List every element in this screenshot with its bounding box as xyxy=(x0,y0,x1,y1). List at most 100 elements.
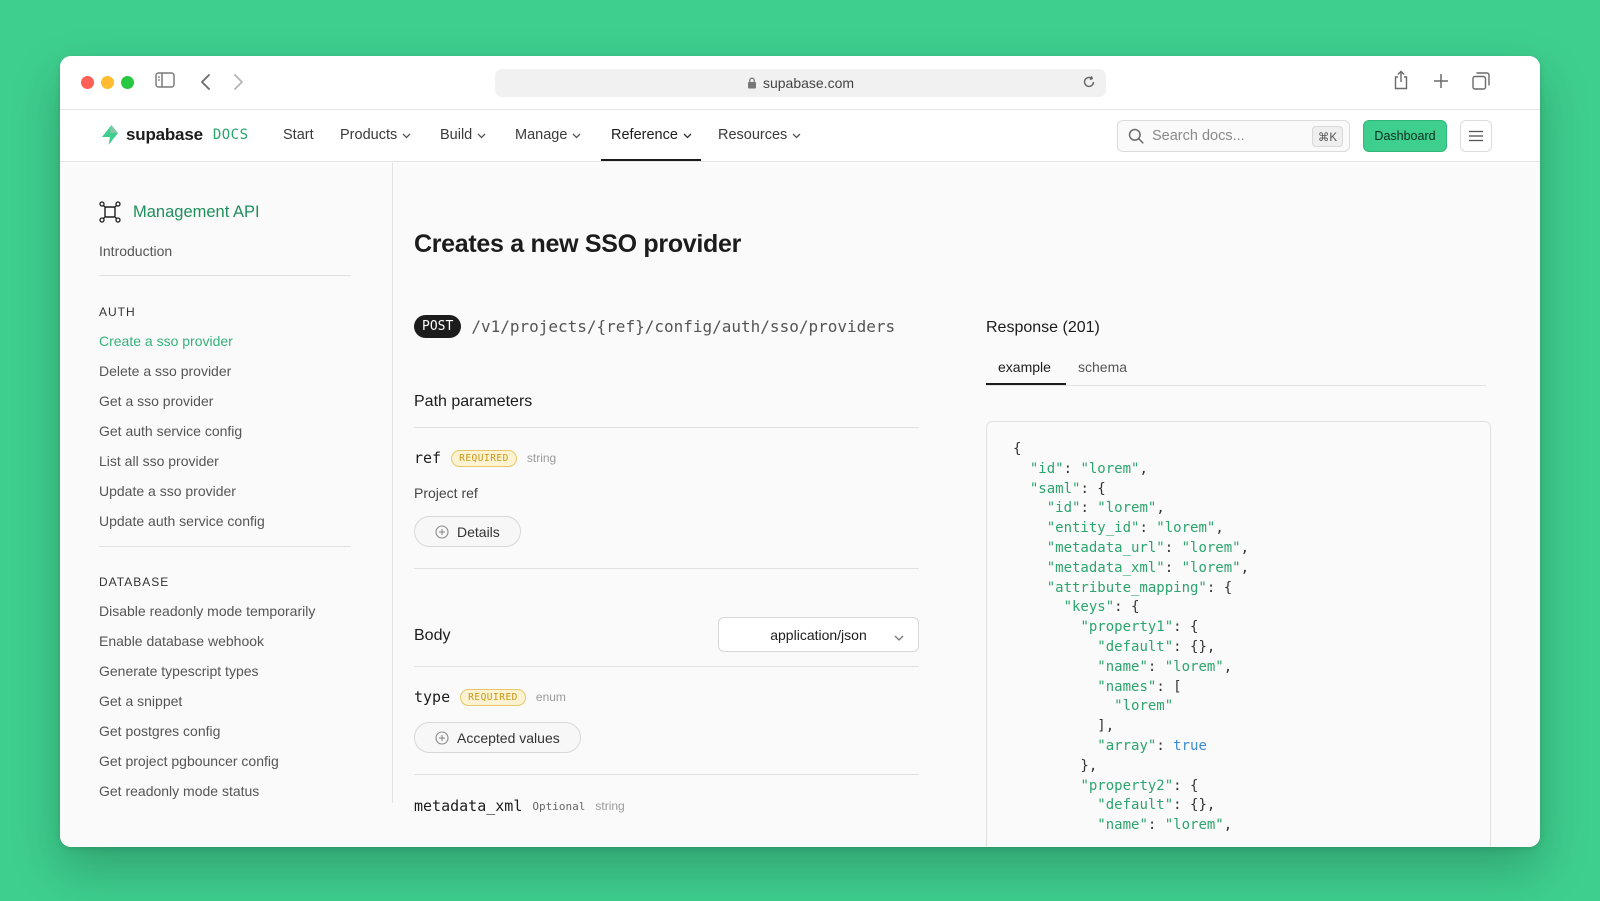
content-type-select[interactable]: application/json xyxy=(718,617,919,652)
forward-icon[interactable] xyxy=(232,73,244,91)
body-title: Body xyxy=(414,627,451,644)
sidebar-item-generate-types[interactable]: Generate typescript types xyxy=(99,663,259,679)
sidebar-item-get-auth-config[interactable]: Get auth service config xyxy=(99,423,242,439)
nav-products[interactable]: Products xyxy=(340,127,411,143)
chevron-down-icon xyxy=(894,629,904,645)
accepted-values-button[interactable]: Accepted values xyxy=(414,722,581,753)
required-badge: REQUIRED xyxy=(460,688,526,706)
nav-build-label: Build xyxy=(440,127,473,143)
sidebar-item-get-snippet[interactable]: Get a snippet xyxy=(99,693,182,709)
path-params-title: Path parameters xyxy=(414,393,533,410)
code-line: "name": "lorem", xyxy=(1097,817,1233,834)
param-name: type xyxy=(414,688,451,706)
param-type: type REQUIRED enum xyxy=(414,688,566,706)
code-line: "saml": { xyxy=(1029,480,1106,497)
close-window-button[interactable] xyxy=(81,76,94,89)
new-tab-icon[interactable] xyxy=(1433,73,1449,89)
chevron-down-icon xyxy=(792,127,801,143)
tab-overview-icon[interactable] xyxy=(1472,72,1490,90)
sidebar-item-enable-webhook[interactable]: Enable database webhook xyxy=(99,633,264,649)
sidebar-header[interactable]: Management API xyxy=(99,201,260,223)
divider xyxy=(414,427,919,428)
zoom-window-button[interactable] xyxy=(121,76,134,89)
sidebar-item-disable-readonly[interactable]: Disable readonly mode temporarily xyxy=(99,603,315,619)
main-content: Creates a new SSO provider POST /v1/proj… xyxy=(393,163,1540,847)
sidebar-title: Management API xyxy=(133,202,260,221)
sidebar-item-introduction[interactable]: Introduction xyxy=(99,243,172,259)
code-line: "names": [ xyxy=(1097,678,1182,695)
sidebar-toggle-icon[interactable] xyxy=(155,72,175,88)
page-title: Creates a new SSO provider xyxy=(414,230,742,258)
sidebar-item-get-pgbouncer-config[interactable]: Get project pgbouncer config xyxy=(99,753,279,769)
chevron-down-icon xyxy=(477,127,486,143)
nav-reference[interactable]: Reference xyxy=(611,127,692,143)
sidebar-item-update-auth-config[interactable]: Update auth service config xyxy=(99,513,265,529)
plus-circle-icon xyxy=(435,524,449,539)
response-tabs: example schema xyxy=(986,351,1486,386)
accepted-values-label: Accepted values xyxy=(457,729,560,746)
search-input[interactable]: Search docs... ⌘K xyxy=(1117,120,1350,152)
nav-manage[interactable]: Manage xyxy=(515,127,581,143)
details-button[interactable]: Details xyxy=(414,516,521,547)
nav-start[interactable]: Start xyxy=(283,127,314,143)
code-line: "id": "lorem", xyxy=(1029,460,1148,477)
sidebar-item-update-sso-provider[interactable]: Update a sso provider xyxy=(99,483,236,499)
divider xyxy=(414,568,919,569)
code-line: "entity_id": "lorem", xyxy=(1046,520,1224,537)
address-bar[interactable]: supabase.com xyxy=(495,69,1106,97)
optional-label: Optional xyxy=(532,799,586,813)
sidebar-divider xyxy=(99,546,351,547)
divider xyxy=(414,774,919,775)
chevron-down-icon xyxy=(402,127,411,143)
code-line: ], xyxy=(1013,718,1115,735)
chevron-down-icon xyxy=(683,127,692,143)
param-ref: ref REQUIRED string xyxy=(414,449,556,467)
code-line: }, xyxy=(1013,757,1098,774)
response-title: Response (201) xyxy=(986,319,1100,336)
tab-example[interactable]: example xyxy=(998,359,1051,375)
reload-icon[interactable] xyxy=(1082,75,1096,92)
sidebar-item-get-readonly-status[interactable]: Get readonly mode status xyxy=(99,783,259,799)
search-shortcut: ⌘K xyxy=(1311,126,1343,147)
content-type-value: application/json xyxy=(770,626,867,643)
required-badge: REQUIRED xyxy=(451,449,517,467)
logo-docs-label: DOCS xyxy=(212,127,249,143)
param-name: metadata_xml xyxy=(414,797,523,815)
logo-text: supabase xyxy=(126,125,203,144)
docs-navbar: supabase DOCS Start Products Build Manag… xyxy=(60,110,1540,162)
tab-schema[interactable]: schema xyxy=(1078,359,1127,375)
nav-resources[interactable]: Resources xyxy=(718,127,801,143)
nav-start-label: Start xyxy=(283,127,314,143)
docs-content: Management API Introduction AUTH Create … xyxy=(60,163,1540,847)
sidebar-item-delete-sso-provider[interactable]: Delete a sso provider xyxy=(99,363,231,379)
dashboard-button[interactable]: Dashboard xyxy=(1363,120,1447,152)
code-line: "lorem" xyxy=(1114,698,1174,715)
code-line: { xyxy=(1013,441,1022,457)
minimize-window-button[interactable] xyxy=(101,76,114,89)
code-line: "property1": { xyxy=(1080,619,1199,636)
sidebar-item-get-postgres-config[interactable]: Get postgres config xyxy=(99,723,220,739)
browser-toolbar: supabase.com xyxy=(60,56,1540,110)
share-icon[interactable] xyxy=(1393,70,1409,90)
plus-circle-icon xyxy=(435,730,449,745)
response-code-block: { "id": "lorem", "saml": { "id": "lorem"… xyxy=(986,421,1491,847)
code-line: "name": "lorem", xyxy=(1097,658,1233,675)
sidebar-item-create-sso-provider[interactable]: Create a sso provider xyxy=(99,333,233,349)
search-placeholder: Search docs... xyxy=(1152,128,1245,144)
nav-resources-label: Resources xyxy=(718,127,788,143)
nav-products-label: Products xyxy=(340,127,398,143)
sidebar-item-list-sso-provider[interactable]: List all sso provider xyxy=(99,453,219,469)
param-description: Project ref xyxy=(414,485,478,501)
nav-manage-label: Manage xyxy=(515,127,568,143)
hamburger-icon xyxy=(1469,130,1483,142)
code-line: "property2": { xyxy=(1080,777,1199,794)
browser-window: supabase.com supabase DOCS Start Product… xyxy=(60,56,1540,847)
sidebar-item-get-sso-provider[interactable]: Get a sso provider xyxy=(99,393,213,409)
sidebar: Management API Introduction AUTH Create … xyxy=(60,163,392,847)
back-icon[interactable] xyxy=(200,73,212,91)
menu-button[interactable] xyxy=(1460,120,1492,152)
param-type-label: string xyxy=(595,799,625,813)
supabase-logo[interactable]: supabase DOCS xyxy=(100,124,249,146)
endpoint: POST /v1/projects/{ref}/config/auth/sso/… xyxy=(414,315,895,338)
nav-build[interactable]: Build xyxy=(440,127,486,143)
